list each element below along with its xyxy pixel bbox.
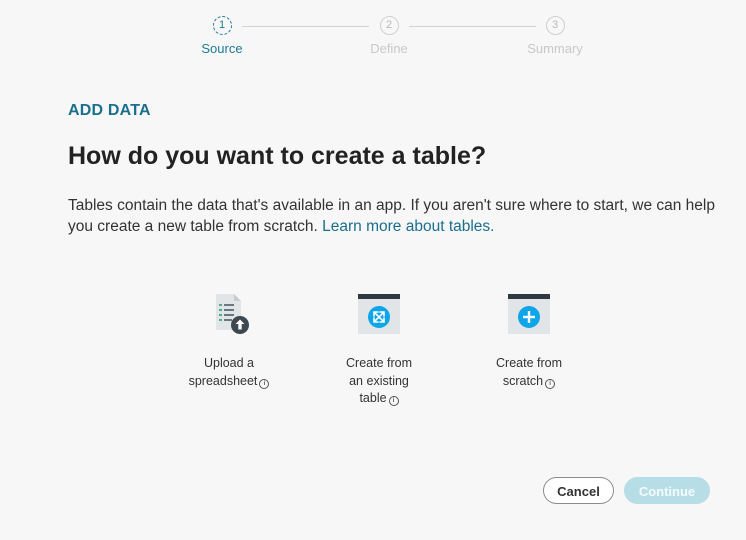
step-label: Define — [370, 41, 408, 56]
info-icon[interactable]: i — [545, 378, 556, 389]
option-label: Create from an existing table i — [324, 355, 434, 408]
step-number: 3 — [545, 16, 565, 35]
option-label-line: Create from — [496, 356, 562, 370]
option-label-line: an existing — [349, 373, 409, 388]
info-icon[interactable]: i — [259, 378, 270, 389]
step-define: 2 Define — [339, 16, 439, 56]
step-summary: 3 Summary — [505, 16, 605, 56]
upload-spreadsheet-icon — [208, 292, 250, 336]
step-number: 2 — [379, 16, 399, 35]
info-icon[interactable]: i — [388, 396, 399, 406]
option-label-line: Upload a — [203, 356, 255, 370]
option-label-line: spreadsheet — [188, 373, 258, 388]
option-existing-table[interactable]: Create from an existing table i — [324, 292, 434, 408]
option-label-line: Create from — [346, 356, 412, 370]
step-label: Source — [201, 41, 243, 56]
new-table-icon — [508, 292, 550, 336]
step-source: 1 Source — [172, 16, 272, 56]
step-label: Summary — [527, 41, 583, 56]
page-description: Tables contain the data that's available… — [68, 195, 718, 237]
wizard-stepper: 1 Source 2 Define 3 Summary — [0, 16, 746, 66]
option-upload-spreadsheet[interactable]: Upload a spreadsheet i — [174, 292, 284, 390]
option-from-scratch[interactable]: Create from scratch i — [474, 292, 584, 390]
option-label-line: table — [359, 391, 387, 405]
existing-table-icon — [358, 292, 400, 336]
option-label: Create from scratch i — [474, 355, 584, 390]
cancel-button[interactable]: Cancel — [543, 477, 614, 504]
continue-button[interactable]: Continue — [624, 477, 710, 504]
option-label-line: scratch — [502, 373, 544, 388]
option-label: Upload a spreadsheet i — [174, 355, 284, 390]
learn-more-link[interactable]: Learn more about tables. — [322, 218, 494, 235]
section-eyebrow: ADD DATA — [68, 102, 151, 119]
step-number: 1 — [212, 16, 232, 35]
page-title: How do you want to create a table? — [68, 142, 487, 170]
